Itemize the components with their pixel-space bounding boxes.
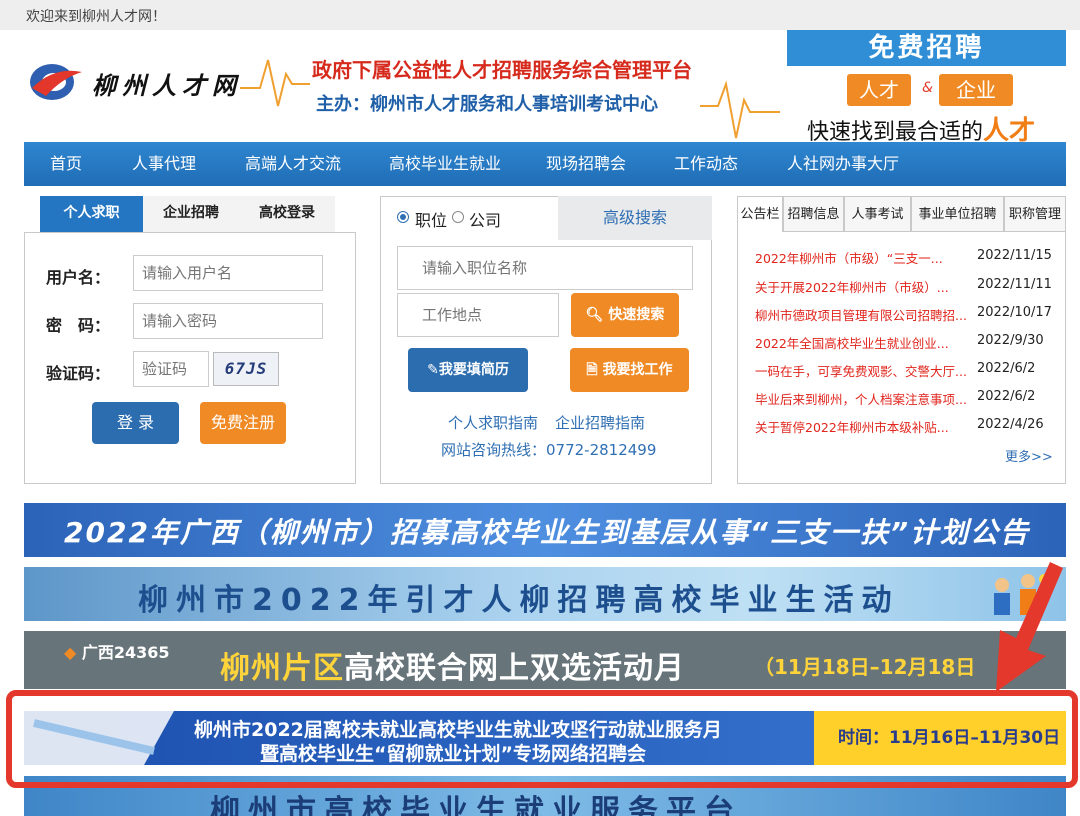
notice-date: 2022/11/11 bbox=[977, 277, 1052, 292]
notice-title[interactable]: 2022年柳州市（市级）“三支一... bbox=[755, 248, 943, 267]
free-recruit-ad[interactable]: 免费招聘 人才 & 企业 快速找到最合适的人才 bbox=[787, 30, 1066, 146]
advanced-search-tab[interactable]: 高级搜索 bbox=[558, 196, 712, 240]
notice-title[interactable]: 毕业后来到柳州，个人档案注意事项... bbox=[755, 389, 967, 408]
notice-date: 2022/9/30 bbox=[977, 333, 1044, 348]
nav-item-service-hall[interactable]: 人社网办事大厅 bbox=[787, 142, 899, 186]
banner-three-support[interactable]: 2022年广西（柳州市）招募高校毕业生到基层从事“三支一扶”计划公告 bbox=[24, 503, 1066, 557]
quick-search-button[interactable]: 🔍︎ 快速搜索 bbox=[571, 293, 679, 337]
captcha-label: 验证码： bbox=[46, 364, 111, 383]
nav-item-work-news[interactable]: 工作动态 bbox=[674, 142, 738, 186]
username-label: 用户名： bbox=[46, 268, 111, 287]
find-job-label: 我要找工作 bbox=[602, 362, 673, 378]
pulse-line-icon bbox=[240, 59, 310, 107]
notice-date: 2022/6/2 bbox=[977, 361, 1036, 376]
gx24365-logo: ◆ 广西24365 bbox=[64, 639, 170, 663]
enterprise-recruit-guide-link[interactable]: 企业招聘指南 bbox=[555, 412, 645, 433]
banner-event: 高校联合网上双选活动月 bbox=[344, 651, 685, 686]
fill-resume-label: 我要填简历 bbox=[438, 362, 509, 378]
fill-resume-button[interactable]: ✎我要填简历 bbox=[408, 348, 528, 392]
site-logo[interactable]: 柳州人才网 bbox=[26, 52, 246, 112]
ad-ampersand: & bbox=[922, 80, 933, 96]
tab-college-login[interactable]: 高校登录 bbox=[239, 196, 335, 232]
notice-title[interactable]: 柳州市德政项目管理有限公司招聘招... bbox=[755, 305, 967, 324]
notice-title[interactable]: 关于开展2022年柳州市（市级）... bbox=[755, 277, 949, 296]
password-input[interactable] bbox=[133, 303, 323, 339]
welcome-bar: 欢迎来到柳州人才网！ bbox=[0, 0, 1080, 30]
banner-talent-recruitment-text: 柳州市2022年引才人柳招聘高校毕业生活动 bbox=[138, 583, 900, 618]
tab-recruit-info[interactable]: 招聘信息 bbox=[783, 196, 844, 232]
flame-icon: ◆ bbox=[64, 643, 77, 662]
header-slogan-primary: 政府下属公益性人才招聘服务综合管理平台 bbox=[312, 58, 692, 82]
pencil-icon: ✎ bbox=[427, 362, 439, 378]
nav-item-graduate-employment[interactable]: 高校毕业生就业 bbox=[389, 142, 501, 186]
captcha-image[interactable]: 67JS bbox=[213, 352, 279, 386]
notice-date: 2022/6/2 bbox=[977, 389, 1036, 404]
tab-title-management[interactable]: 职称管理 bbox=[1004, 196, 1066, 232]
banner-online-job-fair-title: 柳州片区高校联合网上双选活动月 bbox=[220, 643, 685, 687]
username-input[interactable] bbox=[133, 255, 323, 291]
find-job-button[interactable]: 🗎︎ 我要找工作 bbox=[570, 348, 689, 392]
search-icon: 🔍︎ bbox=[585, 307, 604, 323]
banner-platform-text: 柳州市高校毕业生就业服务平台 bbox=[210, 794, 742, 816]
banner-online-job-fair-month[interactable]: ◆ 广西24365 柳州片区高校联合网上双选活动月 （11月18日–12月18日 bbox=[24, 631, 1066, 689]
ad-tag-enterprise: 企业 bbox=[939, 74, 1013, 106]
highlight-frame bbox=[6, 690, 1078, 788]
captcha-input[interactable] bbox=[133, 351, 209, 387]
logo-text: 柳州人才网 bbox=[92, 71, 242, 100]
gx24365-logo-text: 广西24365 bbox=[81, 643, 170, 662]
radio-job[interactable] bbox=[397, 211, 409, 223]
job-name-input[interactable] bbox=[397, 246, 693, 290]
ad-title: 免费招聘 bbox=[787, 30, 1066, 66]
notice-date: 2022/11/15 bbox=[977, 248, 1052, 263]
notice-more-link[interactable]: 更多>> bbox=[1005, 446, 1053, 465]
register-button[interactable]: 免费注册 bbox=[200, 402, 286, 444]
tab-institution-recruit[interactable]: 事业单位招聘 bbox=[911, 196, 1004, 232]
notice-title[interactable]: 2022年全国高校毕业生就业创业... bbox=[755, 333, 949, 352]
nav-item-personnel-agency[interactable]: 人事代理 bbox=[132, 142, 196, 186]
password-label: 密 码： bbox=[46, 316, 111, 335]
notice-title[interactable]: 关于暂停2022年柳州市本级补贴... bbox=[755, 417, 949, 436]
tab-bulletin[interactable]: 公告栏 bbox=[737, 196, 783, 232]
nav-item-job-fair[interactable]: 现场招聘会 bbox=[546, 142, 626, 186]
tab-enterprise-recruit[interactable]: 企业招聘 bbox=[143, 196, 239, 232]
hotline-text: 网站咨询热线：0772-2812499 bbox=[441, 441, 657, 459]
notice-title[interactable]: 一码在手，可享免费观影、交警大厅... bbox=[755, 361, 967, 380]
quick-search-label: 快速搜索 bbox=[608, 307, 665, 323]
banner-three-support-text: 2022年广西（柳州市）招募高校毕业生到基层从事“三支一扶”计划公告 bbox=[64, 516, 1030, 549]
logo-icon bbox=[30, 64, 82, 100]
banner-talent-recruitment[interactable]: 柳州市2022年引才人柳招聘高校毕业生活动 bbox=[24, 567, 1066, 621]
banner-region: 柳州片区 bbox=[220, 651, 344, 686]
login-button[interactable]: 登 录 bbox=[92, 402, 179, 444]
notice-date: 2022/4/26 bbox=[977, 417, 1044, 432]
nav-item-talent-exchange[interactable]: 高端人才交流 bbox=[245, 142, 341, 186]
ad-tag-talent: 人才 bbox=[847, 74, 911, 106]
radio-company[interactable] bbox=[452, 211, 464, 223]
location-input[interactable] bbox=[397, 293, 559, 337]
tab-personnel-exam[interactable]: 人事考试 bbox=[844, 196, 911, 232]
notice-date: 2022/10/17 bbox=[977, 305, 1052, 320]
red-arrow-icon bbox=[996, 562, 1063, 692]
personal-job-guide-link[interactable]: 个人求职指南 bbox=[448, 412, 538, 433]
radio-company-label[interactable]: 公司 bbox=[469, 207, 501, 231]
document-icon: 🗎︎ bbox=[586, 362, 598, 378]
tab-personal-job[interactable]: 个人求职 bbox=[40, 196, 143, 232]
header-slogan-secondary: 主办：柳州市人才服务和人事培训考试中心 bbox=[316, 94, 658, 115]
banner-online-job-fair-date: （11月18日–12月18日 bbox=[754, 655, 976, 679]
nav-item-home[interactable]: 首页 bbox=[50, 142, 82, 186]
main-nav: 首页 人事代理 高端人才交流 高校毕业生就业 现场招聘会 工作动态 人社网办事大… bbox=[24, 142, 1066, 186]
pulse-line-icon bbox=[700, 80, 780, 139]
radio-job-label[interactable]: 职位 bbox=[415, 207, 447, 231]
